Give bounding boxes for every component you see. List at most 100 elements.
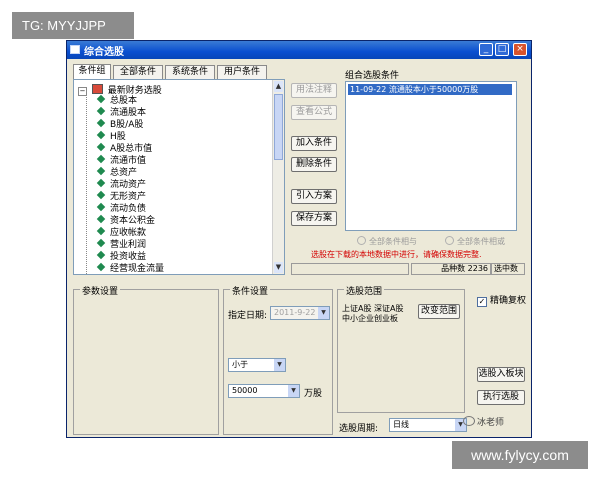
usage-notes-button[interactable]: 用法注释 [291,83,337,98]
tree-item-label: 投资收益 [110,252,147,262]
operator-value: 小于 [232,360,248,369]
tree-guide-line [86,88,88,274]
radio-all-and[interactable]: 全部条件相与 [357,236,417,247]
amount-value: 50000 [232,386,258,395]
tree-item-label: A股总市值 [110,144,153,154]
diamond-icon [96,94,106,104]
tree-item-label: 流动负债 [110,204,147,214]
tree-item[interactable]: 流动资产 [96,178,147,191]
status-selected: 选中数 [491,263,525,275]
minimize-button[interactable]: _ [479,43,493,56]
tree-item[interactable]: 资本公积金 [96,214,156,227]
watermark-logo: 冰老师 [463,415,504,428]
tab-user-conditions[interactable]: 用户条件 [217,65,267,79]
diamond-icon [96,214,106,224]
count-label: 品种数 [441,264,466,273]
title-bar: 综合选股 _ □ × [67,41,531,59]
tab-condition-group[interactable]: 条件组 [73,64,111,80]
save-scheme-button[interactable]: 保存方案 [291,211,337,226]
date-select[interactable]: 2011-9-22 ▼ [270,306,330,320]
checkbox-icon[interactable]: ✓ [477,297,487,307]
tree-item[interactable]: 流通股本 [96,106,146,119]
execute-pick-button[interactable]: 执行选股 [477,390,525,405]
diamond-icon [96,178,106,188]
tree-item[interactable]: 经营现金流量 [96,262,165,274]
selected-label: 选中数 [494,264,518,273]
delete-condition-button[interactable]: 删除条件 [291,157,337,172]
window-title: 综合选股 [84,47,124,58]
diamond-icon [96,166,106,176]
view-formula-button[interactable]: 查看公式 [291,105,337,120]
watermark-bottom-right: www.fylycy.com [452,441,588,469]
tree-item[interactable]: 投资收益 [96,250,147,263]
diamond-icon [96,238,106,248]
operator-select[interactable]: 小于 ▼ [228,358,286,372]
window-icon [70,45,80,54]
period-select[interactable]: 日线 ▼ [389,418,467,432]
change-range-button[interactable]: 改变范围 [418,304,460,319]
radio-all-or[interactable]: 全部条件相或 [445,236,505,247]
tree-item[interactable]: 无形资产 [96,190,146,203]
data-warning: 选股在下载的本地数据中进行，请确保数据完整. [311,250,482,259]
status-count: 品种数 2236 [411,263,491,275]
tree-item[interactable]: 总股本 [96,94,138,107]
pick-to-block-button[interactable]: 选股入板块 [477,367,525,382]
tree-item-label: 流通市值 [110,156,147,166]
tab-system-conditions[interactable]: 系统条件 [165,65,215,79]
amount-input[interactable]: 50000 ▼ [228,384,300,398]
condition-tree[interactable]: − 最新财务选股 总股本 流通股本 B股/A股 H股 A股总市值 流通市值 总资… [73,79,285,275]
watermark-top-left: TG: MYYJJPP [12,12,134,39]
range-text: 上证A股 深证A股 中小企业创业板 [342,304,404,323]
diamond-icon [96,118,106,128]
params-label: 参数设置 [80,284,121,297]
tree-item-label: 营业利润 [110,240,147,250]
import-scheme-button[interactable]: 引入方案 [291,189,337,204]
tree-item[interactable]: B股/A股 [96,118,143,131]
diamond-icon [96,202,106,212]
radio-all-and-label: 全部条件相与 [369,237,417,246]
tree-item[interactable]: 应收帐款 [96,226,147,239]
dropdown-icon[interactable]: ▼ [274,359,285,371]
dropdown-icon[interactable]: ▼ [318,307,329,319]
tree-item-label: 流动资产 [110,180,147,190]
tree-item[interactable]: 流动负债 [96,202,147,215]
diamond-icon [96,250,106,260]
tree-item[interactable]: A股总市值 [96,142,153,155]
radio-all-or-label: 全部条件相或 [457,237,505,246]
exact-adjust-checkbox[interactable]: ✓ 精确复权 [477,293,526,307]
tree-item[interactable]: 营业利润 [96,238,147,251]
dropdown-icon[interactable]: ▼ [288,385,299,397]
date-label: 指定日期: [228,311,268,321]
tree-item-label: 资本公积金 [110,216,156,226]
watermark-logo-text: 冰老师 [477,418,505,428]
date-value: 2011-9-22 [274,308,316,317]
combo-condition-row[interactable]: 11-09-22 流通股本小于50000万股 [348,84,512,95]
scroll-up-icon[interactable]: ▲ [274,81,283,92]
range-group: 选股范围 上证A股 深证A股 中小企业创业板 改变范围 [337,284,465,413]
tree-item-label: 总股本 [110,96,138,106]
scroll-thumb[interactable] [274,94,283,160]
scroll-down-icon[interactable]: ▼ [274,262,283,273]
radio-icon [357,236,366,245]
tree-scrollbar[interactable]: ▲ ▼ [272,80,284,274]
combo-conditions-list[interactable]: 11-09-22 流通股本小于50000万股 [345,81,517,231]
tree-item-label: H股 [110,132,126,142]
condition-label: 条件设置 [230,284,271,297]
tree-item[interactable]: 流通市值 [96,154,147,167]
stock-screener-window: 综合选股 _ □ × 条件组 全部条件 系统条件 用户条件 − 最新财务选股 总… [66,40,532,438]
status-blank [291,263,409,275]
tree-item[interactable]: 总资产 [96,166,138,179]
collapse-icon[interactable]: − [78,87,87,96]
tab-all-conditions[interactable]: 全部条件 [113,65,163,79]
maximize-button[interactable]: □ [495,43,509,56]
close-button[interactable]: × [513,43,527,56]
tree-item-label: 应收帐款 [110,228,147,238]
tree-item-label: 经营现金流量 [110,264,165,274]
tree-item-label: 总资产 [110,168,138,178]
tree-item[interactable]: H股 [96,130,126,143]
diamond-icon [96,262,106,272]
folder-icon [91,84,103,94]
period-value: 日线 [393,420,409,429]
range-label: 选股范围 [344,284,385,297]
add-condition-button[interactable]: 加入条件 [291,136,337,151]
